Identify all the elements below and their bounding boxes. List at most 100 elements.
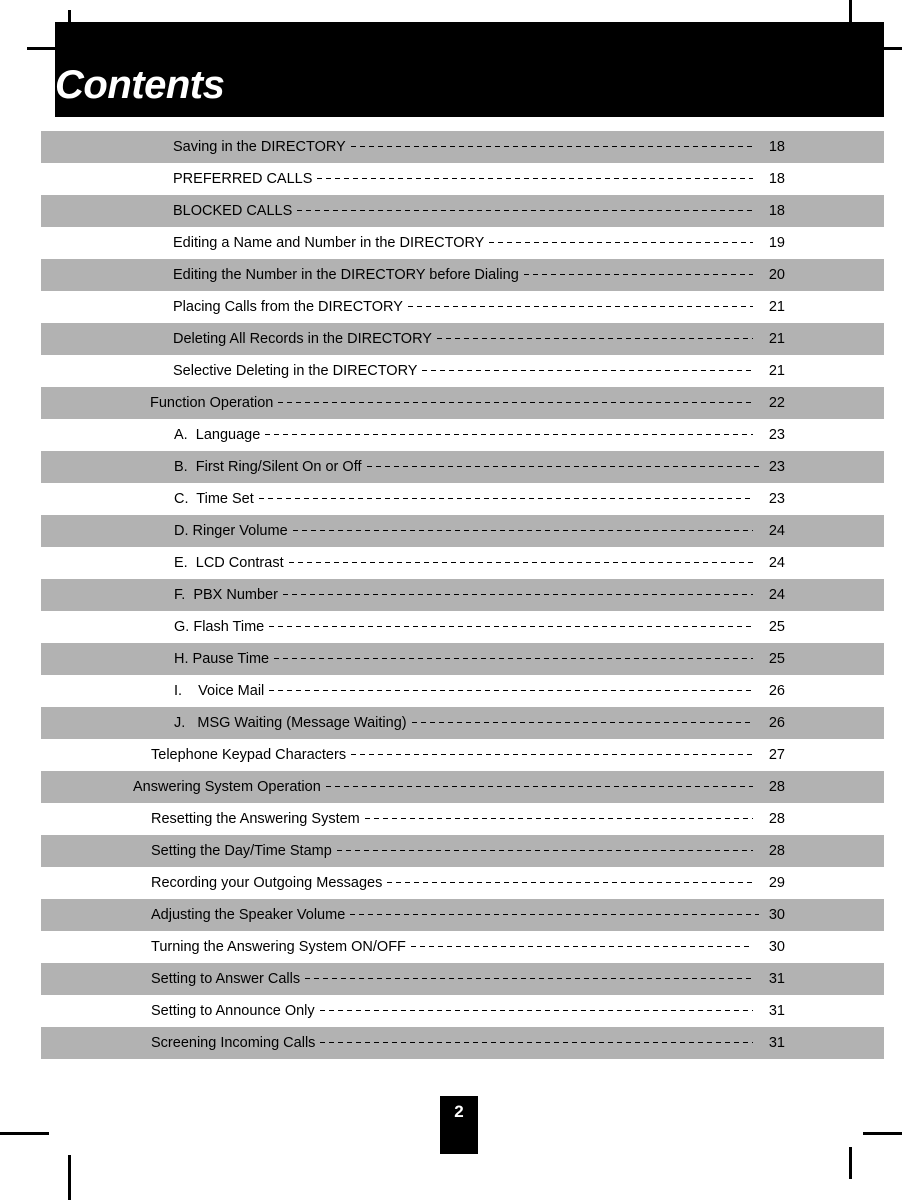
- toc-entry-page-number: 23: [768, 458, 785, 475]
- toc-entry-label: Answering System Operation: [133, 778, 321, 795]
- toc-row[interactable]: BLOCKED CALLS 18: [41, 195, 884, 227]
- toc-row[interactable]: Setting the Day/Time Stamp 28: [41, 835, 884, 867]
- toc-leader-dots: [523, 273, 753, 275]
- toc-entry-page-number: 21: [768, 330, 785, 347]
- toc-row[interactable]: G. Flash Time 25: [41, 611, 884, 643]
- toc-entry-label: A. Language: [174, 426, 261, 443]
- toc-entry-page-number: 31: [768, 970, 785, 987]
- toc-entry-page-number: 18: [768, 170, 785, 187]
- toc-leader-dots: [274, 657, 753, 659]
- toc-row[interactable]: PREFERRED CALLS 18: [41, 163, 884, 195]
- toc-entry: Recording your Outgoing Messages 29: [41, 875, 884, 892]
- toc-entry-label: C. Time Set: [174, 490, 254, 507]
- page-number: 2: [454, 1102, 464, 1121]
- toc-row[interactable]: Turning the Answering System ON/OFF 30: [41, 931, 884, 963]
- toc-leader-dots: [325, 785, 753, 787]
- toc-leader-dots: [317, 177, 753, 179]
- toc-entry-label: G. Flash Time: [174, 618, 265, 635]
- toc-entry: Telephone Keypad Characters 27: [41, 747, 884, 764]
- toc-row[interactable]: Editing the Number in the DIRECTORY befo…: [41, 259, 884, 291]
- toc-row[interactable]: Recording your Outgoing Messages 29: [41, 867, 884, 899]
- toc-entry: Answering System Operation 28: [41, 779, 884, 796]
- toc-row[interactable]: Screening Incoming Calls 31: [41, 1027, 884, 1059]
- toc-entry-label: Selective Deleting in the DIRECTORY: [173, 362, 418, 379]
- toc-row[interactable]: Deleting All Records in the DIRECTORY 21: [41, 323, 884, 355]
- toc-row[interactable]: F. PBX Number 24: [41, 579, 884, 611]
- toc-entry-page-number: 24: [768, 586, 785, 603]
- table-of-contents: Saving in the DIRECTORY 18 PREFERRED CALLS…: [41, 131, 884, 1059]
- toc-entry-page-number: 20: [768, 266, 785, 283]
- page-number-box: 2: [440, 1096, 478, 1154]
- toc-row[interactable]: Setting to Answer Calls 31: [41, 963, 884, 995]
- toc-leader-dots: [407, 305, 753, 307]
- toc-entry-page-number: 27: [768, 746, 785, 763]
- toc-entry-label: Screening Incoming Calls: [151, 1034, 316, 1051]
- toc-entry: F. PBX Number 24: [41, 587, 884, 604]
- toc-entry: D. Ringer Volume 24: [41, 523, 884, 540]
- toc-entry: Editing a Name and Number in the DIRECTO…: [41, 235, 884, 252]
- toc-entry-page-number: 31: [768, 1034, 785, 1051]
- toc-leader-dots: [411, 721, 753, 723]
- toc-row[interactable]: B. First Ring/Silent On or Off 23: [41, 451, 884, 483]
- toc-entry: G. Flash Time 25: [41, 619, 884, 636]
- toc-row[interactable]: Resetting the Answering System 28: [41, 803, 884, 835]
- toc-entry-label: Telephone Keypad Characters: [151, 746, 347, 763]
- toc-leader-dots: [364, 817, 753, 819]
- toc-row[interactable]: J. MSG Waiting (Message Waiting) 26: [41, 707, 884, 739]
- toc-entry-label: Function Operation: [150, 394, 274, 411]
- toc-leader-dots: [282, 593, 753, 595]
- toc-entry-page-number: 31: [768, 1002, 785, 1019]
- toc-row[interactable]: I. Voice Mail 26: [41, 675, 884, 707]
- toc-entry-label: Adjusting the Speaker Volume: [151, 906, 346, 923]
- toc-row[interactable]: Function Operation 22: [41, 387, 884, 419]
- toc-entry-label: PREFERRED CALLS: [173, 170, 313, 187]
- toc-entry-label: Setting to Answer Calls: [151, 970, 301, 987]
- toc-row[interactable]: Setting to Announce Only 31: [41, 995, 884, 1027]
- toc-entry-page-number: 24: [768, 522, 785, 539]
- toc-row[interactable]: Editing a Name and Number in the DIRECTO…: [41, 227, 884, 259]
- toc-leader-dots: [489, 241, 753, 243]
- toc-row[interactable]: Adjusting the Speaker Volume 30: [41, 899, 884, 931]
- toc-row[interactable]: H. Pause Time 25: [41, 643, 884, 675]
- toc-leader-dots: [350, 145, 753, 147]
- toc-row[interactable]: Telephone Keypad Characters 27: [41, 739, 884, 771]
- toc-entry-page-number: 25: [768, 650, 785, 667]
- toc-leader-dots: [297, 209, 753, 211]
- toc-entry-label: B. First Ring/Silent On or Off: [174, 458, 362, 475]
- toc-row[interactable]: C. Time Set 23: [41, 483, 884, 515]
- toc-entry-label: Editing a Name and Number in the DIRECTO…: [173, 234, 485, 251]
- toc-entry: I. Voice Mail 26: [41, 683, 884, 700]
- toc-entry: BLOCKED CALLS 18: [41, 203, 884, 220]
- toc-entry-label: D. Ringer Volume: [174, 522, 288, 539]
- toc-entry-label: Setting to Announce Only: [151, 1002, 315, 1019]
- toc-row[interactable]: D. Ringer Volume 24: [41, 515, 884, 547]
- toc-entry: Resetting the Answering System 28: [41, 811, 884, 828]
- toc-leader-dots: [305, 977, 753, 979]
- toc-row[interactable]: A. Language 23: [41, 419, 884, 451]
- toc-row[interactable]: Selective Deleting in the DIRECTORY 21: [41, 355, 884, 387]
- toc-entry-page-number: 28: [768, 778, 785, 795]
- toc-entry: A. Language 23: [41, 427, 884, 444]
- toc-entry-page-number: 19: [768, 234, 785, 251]
- toc-entry-page-number: 30: [768, 906, 785, 923]
- toc-leader-dots: [422, 369, 753, 371]
- toc-entry-page-number: 26: [768, 682, 785, 699]
- toc-row[interactable]: E. LCD Contrast 24: [41, 547, 884, 579]
- toc-leader-dots: [366, 465, 759, 467]
- toc-entry: H. Pause Time 25: [41, 651, 884, 668]
- toc-entry: Setting to Answer Calls 31: [41, 971, 884, 988]
- toc-entry-label: Deleting All Records in the DIRECTORY: [173, 330, 432, 347]
- toc-entry: Function Operation 22: [41, 395, 884, 412]
- toc-entry-label: Placing Calls from the DIRECTORY: [173, 298, 403, 315]
- toc-leader-dots: [288, 561, 753, 563]
- toc-row[interactable]: Answering System Operation 28: [41, 771, 884, 803]
- toc-entry-page-number: 28: [768, 842, 785, 859]
- toc-row[interactable]: Saving in the DIRECTORY 18: [41, 131, 884, 163]
- toc-entry-page-number: 25: [768, 618, 785, 635]
- toc-entry-page-number: 28: [768, 810, 785, 827]
- toc-entry: B. First Ring/Silent On or Off 23: [41, 459, 884, 476]
- toc-entry-label: Resetting the Answering System: [151, 810, 360, 827]
- toc-entry-page-number: 21: [768, 298, 785, 315]
- toc-row[interactable]: Placing Calls from the DIRECTORY 21: [41, 291, 884, 323]
- toc-leader-dots: [269, 625, 753, 627]
